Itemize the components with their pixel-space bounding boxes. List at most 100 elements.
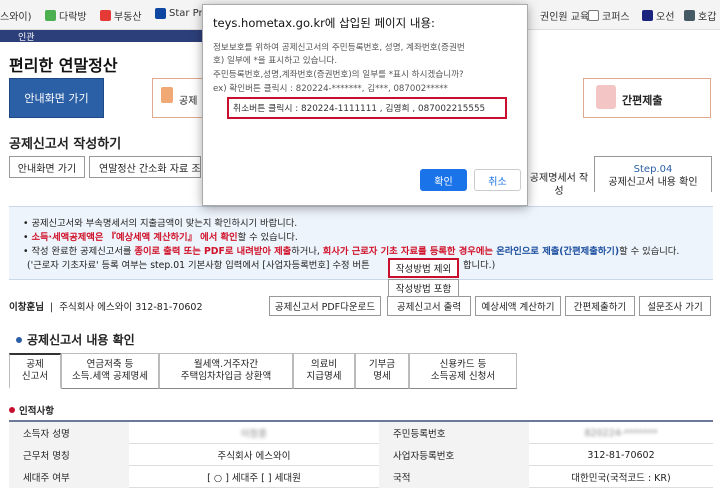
bookmark[interactable]: 호갑: [684, 8, 716, 23]
info-text: ('근로자 기초자료' 등록 여부는 step.01 기본사항 입력에서 [사업…: [27, 260, 370, 271]
info-box: • 공제신고서와 부속명세서의 지출금액이 맞는지 확인하시기 바랍니다. • …: [9, 206, 713, 280]
info-emphasis: 회사가 근로자 기초 자료를 등록한 경우에는: [322, 246, 497, 257]
bookmark-label: 다락방: [59, 12, 87, 23]
bookmark-icon: [100, 10, 111, 21]
table-value: 이창훈: [240, 429, 268, 440]
dialog-message: ex) 확인버튼 클릭시 : 820224-*******, 김***, 087…: [213, 84, 448, 94]
bookmark-icon: [45, 10, 56, 21]
bookmark-icon: [684, 10, 695, 21]
bookmark[interactable]: 오선: [642, 8, 674, 23]
bullet-icon: [9, 407, 15, 413]
bookmark-icon: [642, 10, 653, 21]
simple-submit-button[interactable]: 간편제출하기: [565, 296, 635, 316]
tab-pension[interactable]: 연금저축 등 소득.세액 공제명세: [61, 353, 159, 389]
info-line: • 공제신고서와 부속명세서의 지출금액이 맞는지 확인하시기 바랍니다.: [23, 218, 298, 229]
table-label: 주민등록번호: [379, 422, 529, 444]
guide-tab-button[interactable]: 안내화면 가기: [9, 156, 85, 178]
step-label: 공제: [179, 96, 198, 107]
tab-step-04[interactable]: Step.04 공제신고서 내용 확인: [594, 156, 712, 192]
simple-submit-box[interactable]: 간편제출: [583, 78, 711, 118]
step-label: 공제신고서 내용 확인: [608, 177, 698, 188]
table-value: 주식회사 에스와이: [217, 451, 291, 462]
personal-heading-text: 인적사항: [19, 406, 54, 417]
table-value: 312-81-70602: [587, 449, 655, 461]
info-line: • 작성 완료한 공제신고서를 종이로 출력 또는 PDF로 내려받아 제출하거…: [23, 246, 680, 257]
bookmark[interactable]: 다락방: [45, 8, 87, 23]
tab-medical[interactable]: 의료비 지급명세: [293, 353, 355, 389]
nav-label[interactable]: 인관: [18, 30, 35, 43]
table-label: 국적: [379, 466, 529, 488]
dialog-message: 주민등록번호,성명,계좌번호(증권번호)의 일부를 *표시 하시겠습니까?: [213, 70, 464, 80]
estimate-tax-button[interactable]: 예상세액 계산하기: [475, 296, 561, 316]
table-row: 세대주 여부 [ ○ ] 세대주 [ ] 세대원 국적 대한민국(국적코드 : …: [9, 466, 713, 488]
dialog-host: teys.hometax.go.kr에 삽입된 페이지 내용:: [213, 16, 435, 30]
tab-detail-label: 공제명세서 작성: [529, 173, 589, 197]
info-link[interactable]: 온라인으로 제출(간편제출하기): [496, 246, 619, 257]
info-text: 할 수 있습니다.: [237, 232, 298, 243]
top-nav: 인관: [0, 30, 210, 43]
page-icon: [588, 10, 599, 21]
bookmark[interactable]: 코퍼스: [588, 8, 630, 23]
survey-button[interactable]: 설문조사 가기: [639, 296, 711, 316]
simple-submit-label: 간편제출: [622, 94, 663, 107]
info-text: 할 수 있습니다.: [619, 246, 680, 257]
table-row: 소득자 성명 이창훈 주민등록번호 820224-*******: [9, 422, 713, 444]
taxpayer-info: 이창훈님 | 주식회사 에스와이 312-81-70602: [9, 302, 203, 313]
table-value: 대한민국(국적코드 : KR): [571, 473, 671, 484]
bullet-icon: [16, 336, 22, 343]
bookmark[interactable]: 스와이): [0, 8, 32, 23]
guide-button[interactable]: 안내화면 가기: [9, 78, 104, 118]
tab-rent[interactable]: 월세액.거주자간 주택임차차입금 상환액: [159, 353, 293, 389]
personal-table: 소득자 성명 이창훈 주민등록번호 820224-******* 근무처 명칭 …: [9, 420, 713, 488]
section-title: 공제신고서 작성하기: [9, 137, 122, 152]
ok-button[interactable]: 확인: [420, 169, 467, 191]
bookmark-label: 부동산: [114, 12, 142, 23]
tab-credit-card[interactable]: 신용카드 등 소득공제 신청서: [409, 353, 517, 389]
dialog-highlight: 취소버튼 클릭시 : 820224-1111111 , 김영희 , 087002…: [233, 104, 486, 114]
document-icon: [161, 87, 173, 103]
include-method-option[interactable]: 작성방법 포함: [388, 279, 459, 297]
confirm-dialog: teys.hometax.go.kr에 삽입된 페이지 내용: 정보보호를 위하…: [202, 4, 528, 206]
content-title-text: 공제신고서 내용 확인: [27, 333, 135, 347]
bookmark-label: 오선: [656, 12, 675, 23]
simplified-tab-button[interactable]: 연말정산 간소화 자료 조회: [89, 156, 201, 178]
taxpayer-name: 이창훈님: [9, 302, 44, 313]
table-label: 사업자등록번호: [379, 444, 529, 466]
step-number: Step.04: [633, 164, 673, 175]
cancel-button[interactable]: 취소: [474, 169, 521, 191]
table-label: 세대주 여부: [9, 466, 129, 488]
info-text: 하거나,: [291, 246, 323, 257]
bookmark-label: 호갑: [698, 12, 717, 23]
info-emphasis: 종이로 출력 또는 PDF로 내려받아 제출: [134, 246, 292, 257]
info-line: • 소득·세액공제액은 『예상세액 계산하기』 에서 확인할 수 있습니다.: [23, 232, 298, 243]
hand-pointer-icon: [596, 85, 616, 109]
info-line: 합니다.): [463, 257, 495, 271]
info-text: 합니다.): [463, 260, 496, 271]
tab-detail[interactable]: 공제명세서 작성: [528, 162, 590, 198]
bookmark-label: 코퍼스: [602, 12, 630, 23]
page-title: 편리한 연말정산: [9, 56, 118, 75]
table-label: 소득자 성명: [9, 422, 129, 444]
content-title: 공제신고서 내용 확인: [16, 331, 135, 348]
info-text: 작성 완료한 공제신고서를: [31, 246, 135, 257]
tab-donation[interactable]: 기부금 명세: [355, 353, 409, 389]
dialog-message: 호) 일부에 *을 표시하고 있습니다.: [213, 56, 338, 66]
print-button[interactable]: 공제신고서 출력: [387, 296, 471, 316]
bookmark[interactable]: 권인원 교육: [540, 8, 589, 23]
personal-heading: 인적사항: [9, 403, 54, 417]
table-label: 근무처 명칭: [9, 444, 129, 466]
info-emphasis: 소득·세액공제액은 『예상세액 계산하기』 에서 확인: [31, 232, 238, 243]
company-name: 주식회사 에스와이 312-81-70602: [59, 302, 203, 313]
exclude-method-option[interactable]: 작성방법 제외: [388, 258, 459, 278]
tab-deduction-form[interactable]: 공제 신고서: [9, 353, 61, 389]
table-value: 820224-*******: [584, 427, 658, 439]
info-line: ('근로자 기초자료' 등록 여부는 step.01 기본사항 입력에서 [사업…: [27, 257, 370, 271]
dialog-message: 정보보호를 위하여 공제신고서의 주민등록번호, 성명, 계좌번호(증권번: [213, 43, 465, 53]
info-text: 공제신고서와 부속명세서의 지출금액이 맞는지 확인하시기 바랍니다.: [31, 218, 298, 229]
bookmark[interactable]: 부동산: [100, 8, 142, 23]
table-row: 근무처 명칭 주식회사 에스와이 사업자등록번호 312-81-70602: [9, 444, 713, 466]
pdf-download-button[interactable]: 공제신고서 PDF다운로드: [269, 296, 381, 316]
bookmark-label: 스와이): [0, 12, 32, 23]
bookmark[interactable]: Star Pro: [155, 8, 209, 19]
bookmark-icon: [155, 8, 166, 19]
